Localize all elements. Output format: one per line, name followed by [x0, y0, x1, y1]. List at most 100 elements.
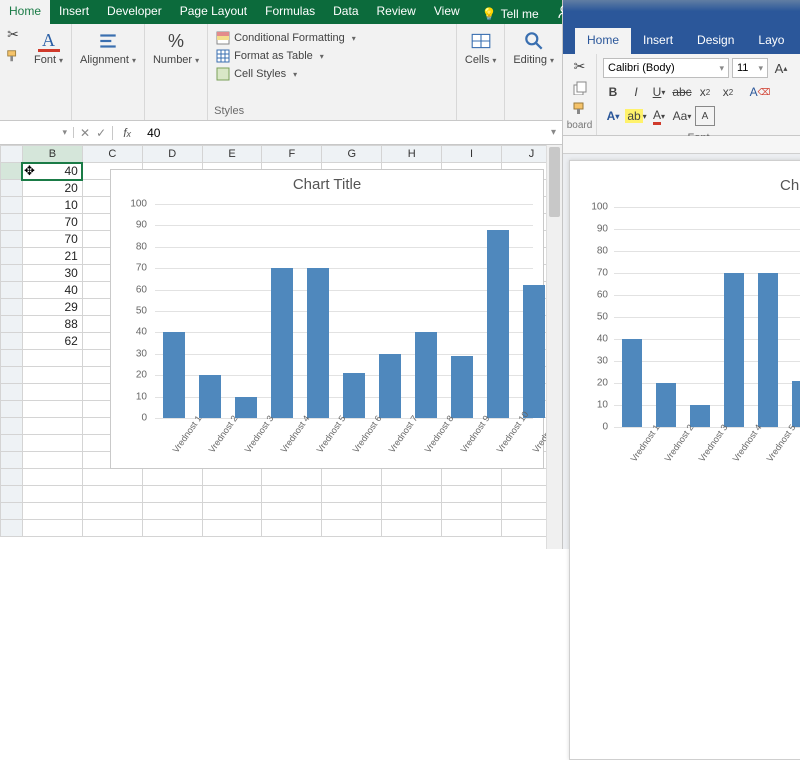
chart-bar[interactable] — [163, 332, 185, 418]
tab-data[interactable]: Data — [324, 0, 367, 24]
cells-button[interactable]: Cells — [463, 28, 498, 68]
name-box[interactable]: ▾ — [0, 127, 74, 138]
chart-title[interactable]: Chart Title — [111, 170, 543, 195]
conditional-formatting-button[interactable]: Conditional Formatting — [214, 30, 358, 46]
chart-bar[interactable] — [758, 273, 778, 427]
clear-format-icon[interactable]: A⌫ — [750, 82, 770, 102]
col-header[interactable]: H — [382, 146, 442, 163]
row-header[interactable] — [1, 265, 23, 282]
cell[interactable]: 29 — [22, 299, 82, 316]
chart-bar[interactable] — [523, 285, 545, 418]
chart-bar[interactable] — [271, 268, 293, 418]
tab-review[interactable]: Review — [368, 0, 425, 24]
chart-bar[interactable] — [724, 273, 744, 427]
change-case-button[interactable]: Aa▾ — [672, 106, 692, 126]
cell[interactable]: 40 — [22, 163, 82, 180]
expand-formula-icon[interactable]: ▾ — [545, 127, 562, 138]
chart-bar[interactable] — [656, 383, 676, 427]
font-button[interactable]: A Font — [32, 28, 65, 68]
text-effects-button[interactable]: A▾ — [603, 106, 623, 126]
format-painter-icon[interactable] — [572, 101, 588, 115]
number-button[interactable]: % Number — [151, 28, 201, 68]
cell[interactable]: 70 — [22, 214, 82, 231]
chart-bar[interactable] — [307, 268, 329, 418]
word-embedded-chart[interactable]: Ch 0102030405060708090100 Vrednost 1Vred… — [580, 177, 800, 477]
tab-layout[interactable]: Layo — [746, 28, 796, 54]
row-header[interactable] — [1, 231, 23, 248]
tab-formulas[interactable]: Formulas — [256, 0, 324, 24]
cell[interactable]: 40 — [22, 282, 82, 299]
chart-bar[interactable] — [487, 230, 509, 418]
chart-bar[interactable] — [199, 375, 221, 418]
col-header[interactable]: F — [262, 146, 322, 163]
cell[interactable]: 20 — [22, 180, 82, 197]
vertical-scrollbar[interactable] — [546, 145, 562, 549]
chart-bar[interactable] — [343, 373, 365, 418]
col-header[interactable]: I — [442, 146, 502, 163]
chart-bar[interactable] — [235, 397, 257, 418]
grow-font-icon[interactable]: A▴ — [771, 58, 791, 78]
select-all-corner[interactable] — [1, 146, 23, 163]
superscript-button[interactable]: x2 — [718, 82, 738, 102]
ruler[interactable] — [563, 136, 800, 154]
font-color-button[interactable]: A▾ — [649, 106, 669, 126]
cell[interactable]: 30 — [22, 265, 82, 282]
alignment-button[interactable]: Alignment — [78, 28, 138, 68]
worksheet-area[interactable]: B C D E F G H I J 40 20 10 70 70 21 30 4… — [0, 145, 562, 549]
chart-bar[interactable] — [622, 339, 642, 427]
format-as-table-button[interactable]: Format as Table — [214, 48, 326, 64]
tell-me[interactable]: 💡 Tell me — [473, 0, 548, 24]
row-header[interactable] — [1, 163, 23, 180]
embedded-chart[interactable]: Chart Title 0102030405060708090100 Vredn… — [110, 169, 544, 469]
row-header[interactable] — [1, 316, 23, 333]
cell-styles-button[interactable]: Cell Styles — [214, 66, 299, 82]
subscript-button[interactable]: x2 — [695, 82, 715, 102]
word-page[interactable]: Ch 0102030405060708090100 Vrednost 1Vred… — [569, 160, 800, 760]
tab-insert[interactable]: Insert — [631, 28, 685, 54]
chart-bar[interactable] — [379, 354, 401, 418]
cell[interactable]: 10 — [22, 197, 82, 214]
tab-home[interactable]: Home — [575, 28, 631, 54]
highlight-button[interactable]: ab▾ — [626, 106, 646, 126]
tab-home[interactable]: Home — [0, 0, 50, 24]
font-size-select[interactable]: 11▾ — [732, 58, 768, 78]
editing-button[interactable]: Editing — [511, 28, 556, 68]
row-header[interactable] — [1, 333, 23, 350]
col-header[interactable]: G — [322, 146, 382, 163]
fx-button[interactable]: fx — [113, 126, 141, 140]
italic-button[interactable]: I — [626, 82, 646, 102]
cell[interactable]: 88 — [22, 316, 82, 333]
chart-bar[interactable] — [415, 332, 437, 418]
tab-design[interactable]: Design — [685, 28, 746, 54]
enter-icon[interactable]: ✓ — [96, 126, 106, 140]
format-painter-icon[interactable] — [6, 49, 20, 63]
tab-view[interactable]: View — [425, 0, 469, 24]
cell[interactable]: 62 — [22, 333, 82, 350]
tab-developer[interactable]: Developer — [98, 0, 171, 24]
cancel-icon[interactable]: ✕ — [80, 126, 90, 140]
col-header[interactable]: D — [142, 146, 202, 163]
chart-bar[interactable] — [690, 405, 710, 427]
cell[interactable]: 21 — [22, 248, 82, 265]
tab-insert[interactable]: Insert — [50, 0, 98, 24]
row-header[interactable] — [1, 282, 23, 299]
char-border-icon[interactable]: A — [695, 106, 715, 126]
copy-icon[interactable] — [572, 81, 588, 95]
word-document-area[interactable]: Ch 0102030405060708090100 Vrednost 1Vred… — [563, 136, 800, 549]
row-header[interactable] — [1, 197, 23, 214]
row-header[interactable] — [1, 248, 23, 265]
col-header[interactable]: C — [82, 146, 142, 163]
col-header[interactable]: E — [202, 146, 262, 163]
cut-icon[interactable]: ✂ — [574, 58, 586, 75]
row-header[interactable] — [1, 180, 23, 197]
row-header[interactable] — [1, 214, 23, 231]
formula-input[interactable]: 40 — [141, 126, 545, 140]
font-name-select[interactable]: Calibri (Body)▾ — [603, 58, 729, 78]
tab-page-layout[interactable]: Page Layout — [171, 0, 256, 24]
bold-button[interactable]: B — [603, 82, 623, 102]
strike-button[interactable]: abc — [672, 82, 692, 102]
chart-bar[interactable] — [451, 356, 473, 418]
col-header[interactable]: B — [22, 146, 82, 163]
cut-icon[interactable]: ✂ — [7, 26, 19, 43]
cell[interactable]: 70 — [22, 231, 82, 248]
